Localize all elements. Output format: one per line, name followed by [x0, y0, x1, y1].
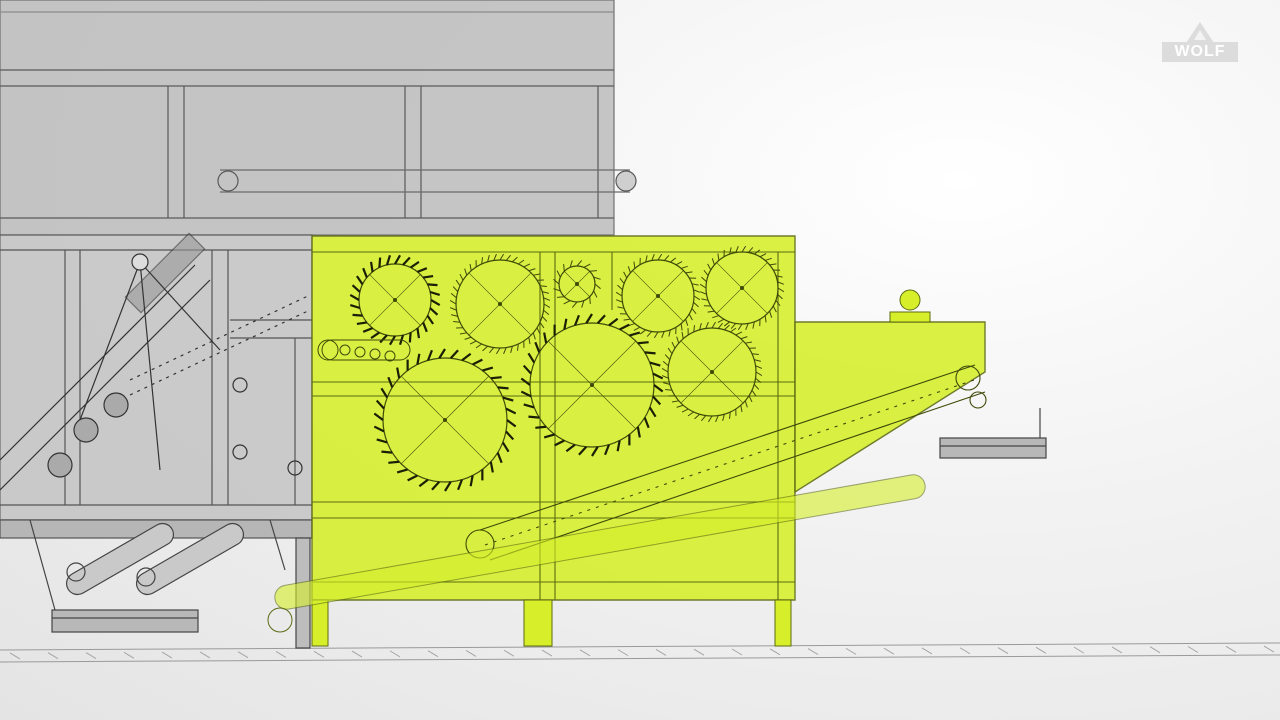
- ground-line: [0, 642, 1280, 663]
- chipper-unit-highlight: [267, 235, 987, 647]
- logo-text: WOLF: [1162, 42, 1238, 62]
- brand-logo: WOLF: [1162, 22, 1238, 64]
- floor-block-right: [939, 408, 1047, 459]
- machine-schematic: [0, 0, 1280, 663]
- upper-bunker: [0, 0, 637, 236]
- floor-block-left: [51, 609, 199, 633]
